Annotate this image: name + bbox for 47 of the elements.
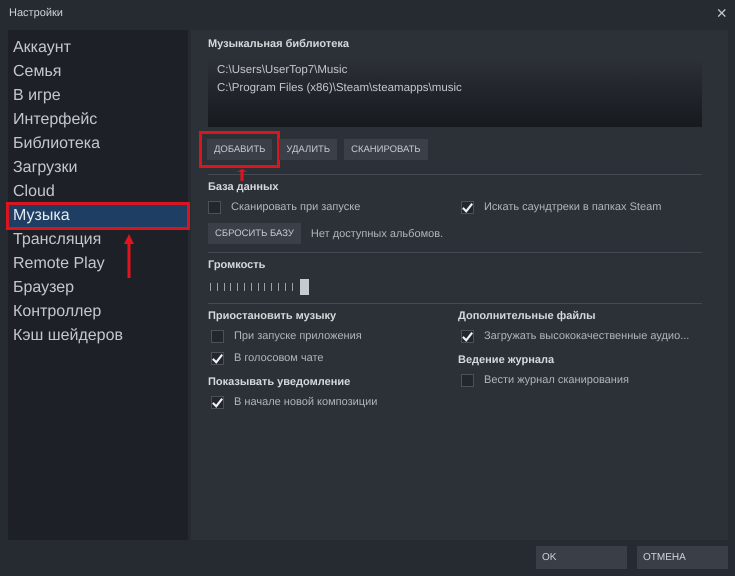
sidebar-item[interactable]: Аккаунт [8,36,188,60]
section-title: Ведение журнала [458,354,554,366]
library-button[interactable]: СКАНИРОВАТЬ [344,139,428,160]
checkbox[interactable] [211,352,224,364]
section-title: Музыкальная библиотека [208,38,350,50]
checkbox[interactable] [208,200,221,214]
sidebar-item[interactable]: Интерфейс [8,108,188,132]
sidebar-item[interactable]: Загрузки [8,156,188,180]
sidebar-item[interactable]: Cloud [8,180,188,204]
sidebar-item[interactable]: Кэш шейдеров [8,324,188,348]
folder-path[interactable]: C:\Program Files (x86)\Steam\steamapps\music [217,79,693,97]
section-title: Дополнительные файлы [458,310,596,322]
status-text: Нет доступных альбомов. [310,228,444,240]
dialog-button[interactable]: OK [536,546,627,569]
checkbox-label: Сканировать при запуске [231,201,360,213]
section-title: Громкость [208,259,266,271]
checkbox-label: Искать саундтреки в папках Steam [484,201,662,213]
sidebar-item[interactable]: Контроллер [8,300,188,324]
slider-thumb[interactable] [300,279,310,295]
library-button[interactable]: ДОБАВИТЬ [207,139,272,160]
section-title: База данных [208,181,279,193]
checkbox[interactable] [461,374,474,386]
checkbox-label: Загружать высококачественные аудио... [484,330,690,342]
sidebar-item[interactable]: Трансляция [8,228,188,252]
close-button[interactable]: × [714,2,729,24]
sidebar-item[interactable]: Библиотека [8,132,188,156]
checkbox[interactable] [211,330,224,342]
checkbox-label: В начале новой композиции [234,396,378,408]
arrow-icon [124,234,134,278]
checkbox[interactable] [461,200,474,214]
sidebar-item[interactable]: Браузер [8,276,188,300]
folder-path[interactable]: C:\Users\UserTop7\Music [217,61,693,79]
library-button[interactable]: УДАЛИТЬ [279,139,338,160]
checkbox-label: Вести журнал сканирования [484,374,629,386]
sidebar-item[interactable]: Семья [8,60,188,84]
sidebar-item[interactable]: Remote Play [8,252,188,276]
checkbox-label: В голосовом чате [234,352,324,364]
checkbox[interactable] [461,330,474,342]
arrow-icon [237,169,247,181]
reset-database-button[interactable]: СБРОСИТЬ БАЗУ [208,223,301,244]
checkbox-label: При запуске приложения [234,330,362,342]
checkbox[interactable] [211,396,224,408]
sidebar-item[interactable]: В игре [8,84,188,108]
window-title: Настройки [9,7,63,19]
section-title: Приостановить музыку [208,310,336,322]
dialog-button[interactable]: ОТМЕНА [637,546,728,569]
section-title: Показывать уведомление [208,376,350,388]
